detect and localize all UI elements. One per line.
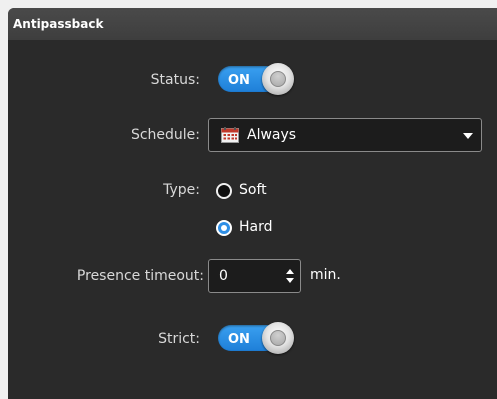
spin-down-icon[interactable] bbox=[286, 278, 294, 283]
toggle-knob bbox=[262, 63, 294, 95]
schedule-value: Always bbox=[247, 127, 297, 143]
toggle-on-text: ON bbox=[228, 332, 250, 347]
radio-label-soft: Soft bbox=[239, 182, 267, 198]
type-label: Type: bbox=[163, 182, 200, 198]
strict-toggle[interactable]: ON bbox=[218, 322, 300, 354]
strict-label: Strict: bbox=[158, 331, 200, 347]
presence-timeout-unit: min. bbox=[310, 267, 341, 283]
type-radio-hard[interactable]: Hard bbox=[216, 218, 286, 238]
panel-header: Antipassback bbox=[8, 8, 497, 40]
spin-up-icon[interactable] bbox=[286, 269, 294, 274]
status-label: Status: bbox=[150, 72, 200, 88]
type-radio-soft[interactable]: Soft bbox=[216, 181, 276, 201]
schedule-select[interactable]: Always bbox=[208, 118, 482, 152]
toggle-knob bbox=[262, 322, 294, 354]
chevron-down-icon bbox=[463, 133, 473, 139]
status-toggle[interactable]: ON bbox=[218, 63, 300, 95]
radio-label-hard: Hard bbox=[239, 219, 273, 235]
calendar-icon bbox=[221, 127, 239, 143]
presence-timeout-value: 0 bbox=[219, 268, 228, 284]
radio-checked-icon bbox=[216, 220, 232, 236]
radio-unchecked-icon bbox=[216, 183, 232, 199]
presence-timeout-stepper[interactable]: 0 bbox=[208, 259, 301, 293]
schedule-label: Schedule: bbox=[130, 127, 200, 143]
panel-title: Antipassback bbox=[13, 17, 104, 31]
toggle-on-text: ON bbox=[228, 73, 250, 88]
presence-timeout-label: Presence timeout: bbox=[76, 268, 204, 284]
